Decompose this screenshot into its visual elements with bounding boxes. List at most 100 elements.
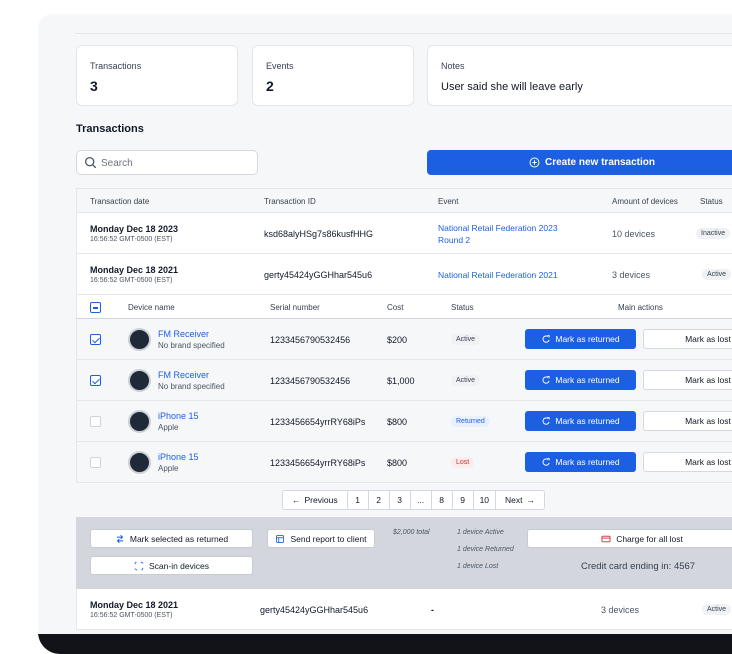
mark-lost-button[interactable]: Mark as lost [643,329,732,349]
event-link[interactable]: National Retail Federation 2023 Round 2 [438,222,558,246]
serial-number: 1233456654yrrRY68iPs [270,458,366,468]
page-button-9[interactable]: 9 [451,490,474,510]
next-page-button[interactable]: Next → [495,490,546,510]
table-row[interactable]: Monday Dec 18 2023 16:56:52 GMT-0500 (ES… [76,213,732,254]
mark-lost-button[interactable]: Mark as lost [643,452,732,472]
arrow-left-icon: ← [292,495,301,505]
table-row[interactable]: Monday Dec 18 2021 16:56:52 GMT-0500 (ES… [76,254,732,295]
transaction-date: Monday Dec 18 2023 [90,224,179,234]
mark-returned-button[interactable]: Mark as returned [525,452,636,472]
device-count: 10 devices [612,229,656,239]
device-name-link[interactable]: iPhone 15 [158,452,199,462]
page-button-8[interactable]: 8 [430,490,453,510]
search-box[interactable] [76,150,258,175]
device-checkbox[interactable] [90,375,101,386]
app-content: Transactions 3 Events 2 Notes User said … [45,20,732,633]
device-name-link[interactable]: FM Receiver [158,329,209,339]
transaction-id: gerty45424yGGHhar545u6 [264,270,373,280]
device-checkbox[interactable] [90,416,101,427]
device-avatar [128,328,151,351]
report-icon [276,534,285,543]
device-cost: $800 [387,458,408,468]
events-count-label: Events [266,61,294,71]
select-all-checkbox[interactable] [90,302,101,313]
send-report-button[interactable]: Send report to client [267,529,375,548]
mark-returned-label: Mark as returned [555,457,620,467]
status-badge: Inactive [696,228,731,239]
device-brand: No brand specified [158,382,225,391]
events-count-value: 2 [266,78,274,94]
header-transaction-id: Transaction ID [264,197,316,206]
next-page-label: Next [505,495,523,505]
transactions-count-label: Transactions [90,61,142,71]
device-row[interactable]: iPhone 15 Apple 1233456654yrrRY68iPs $80… [76,401,732,442]
scan-icon [134,561,144,570]
device-checkbox[interactable] [90,457,101,468]
scan-in-devices-button[interactable]: Scan-in devices [90,556,253,575]
device-brand: No brand specified [158,341,225,350]
mark-selected-returned-button[interactable]: Mark selected as returned [90,529,253,548]
table-row[interactable]: Monday Dec 18 2021 16:56:52 GMT-0500 (ES… [76,589,732,630]
header-amount-of-devices: Amount of devices [612,197,678,206]
section-title: Transactions [76,123,144,135]
credit-card-info: Credit card ending in: 4567 [581,561,696,572]
device-name-link[interactable]: iPhone 15 [158,411,199,421]
device-row[interactable]: FM Receiver No brand specified 123345679… [76,319,732,360]
charge-all-lost-label: Charge for all lost [616,533,683,544]
header-transaction-date: Transaction date [90,197,150,206]
notes-value: User said she will leave early [441,81,583,93]
transaction-time: 16:56:52 GMT-0500 (EST) [90,277,173,284]
return-arrow-icon [542,458,550,466]
header-main-actions: Main actions [618,303,663,312]
return-arrow-icon [542,335,550,343]
device-status-badge: Returned [451,416,490,427]
page-button-1[interactable]: 1 [346,490,369,510]
page-button-2[interactable]: 2 [367,490,390,510]
mark-selected-returned-label: Mark selected as returned [129,533,229,544]
event-link[interactable]: National Retail Federation 2021 [438,269,558,281]
transaction-date: Monday Dec 18 2021 [90,600,179,610]
mark-returned-button[interactable]: Mark as returned [525,329,636,349]
previous-page-button[interactable]: ← Previous [282,490,348,510]
page-button-10[interactable]: 10 [472,490,497,510]
mark-returned-button[interactable]: Mark as returned [525,370,636,390]
header-divider [75,33,732,34]
device-brand: Apple [158,464,179,473]
swap-arrows-icon [116,534,124,543]
device-avatar [128,410,151,433]
transactions-count-card: Transactions 3 [76,45,238,106]
search-icon [84,156,97,169]
active-count: 1 device Active [457,529,504,536]
charge-all-lost-button[interactable]: Charge for all lost [527,529,732,548]
device-cost: $1,000 [387,376,415,386]
device-row[interactable]: FM Receiver No brand specified 123345679… [76,360,732,401]
device-avatar [128,369,151,392]
notes-label: Notes [441,61,465,71]
devices-table-header: Device name Serial number Cost Status Ma… [76,295,732,319]
page-ellipsis: ... [409,490,432,510]
mark-returned-label: Mark as returned [555,334,620,344]
event-name: National Retail Federation 2023 [438,223,558,233]
search-input[interactable] [101,155,251,171]
events-count-card: Events 2 [252,45,414,106]
notes-card: Notes User said she will leave early [427,45,732,106]
header-serial-number: Serial number [270,303,320,312]
mark-returned-label: Mark as returned [555,375,620,385]
device-checkbox[interactable] [90,334,101,345]
mark-returned-button[interactable]: Mark as returned [525,411,636,431]
device-cost: $800 [387,417,408,427]
mark-lost-button[interactable]: Mark as lost [643,411,732,431]
device-name-link[interactable]: FM Receiver [158,370,209,380]
event-round: Round 2 [438,235,471,245]
mark-lost-button[interactable]: Mark as lost [643,370,732,390]
create-transaction-button[interactable]: Create new transaction [427,150,732,175]
device-count: 3 devices [612,270,651,280]
page-button-3[interactable]: 3 [388,490,411,510]
credit-card-icon [601,535,611,542]
transactions-count-value: 3 [90,78,98,94]
serial-number: 1233456790532456 [270,335,351,345]
device-row[interactable]: iPhone 15 Apple 1233456654yrrRY68iPs $80… [76,442,732,483]
send-report-label: Send report to client [290,533,367,544]
transaction-time: 16:56:52 GMT-0500 (EST) [90,612,173,619]
lost-count: 1 device Lost [457,563,499,570]
